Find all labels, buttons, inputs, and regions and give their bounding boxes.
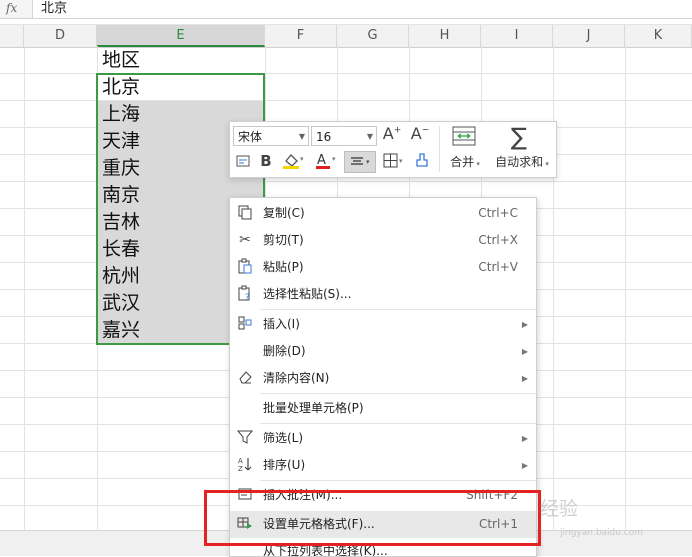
toolbar-separator [439,126,440,172]
formula-input[interactable]: 北京 [32,0,692,18]
svg-text:A: A [317,153,326,168]
column-header-j[interactable]: J [553,25,625,47]
mini-format-toolbar: 宋体 ▼ 16 ▼ A+ A− B ▾ A ▾ ▾ ▾ 合并 ▾ ∑ 自动求和 ▾ [229,121,557,178]
increase-font-icon[interactable]: A+ [381,124,403,143]
menu-separator [260,393,536,394]
font-size-value: 16 [316,130,332,144]
autosum-label: 自动求和 [495,155,544,169]
formula-bar: fx 北京 [0,0,692,19]
menu-item-label: 选择性粘贴(S)... [263,287,352,301]
menu-item-label: 筛选(L) [263,431,304,445]
watermark-url: jingyan.baidu.com [560,528,644,538]
column-header-k[interactable]: K [625,25,692,47]
font-name-select[interactable]: 宋体 ▼ [233,126,309,146]
font-name-value: 宋体 [238,130,263,144]
menu-shortcut: Ctrl+C [478,206,518,220]
paste-special-icon: ? [236,285,254,303]
menu-item-label: 剪切(T) [263,233,304,247]
menu-item-label: 清除内容(N) [263,371,330,385]
submenu-arrow-icon: ▶ [521,461,528,470]
font-color-icon[interactable]: A ▾ [312,152,338,174]
column-divider [24,46,25,530]
menu-item-batch-process[interactable]: 批量处理单元格(P) [230,395,536,422]
select-all-corner[interactable] [0,25,24,47]
menu-item-label: 排序(U) [263,458,306,472]
column-header-e[interactable]: E [97,25,265,47]
menu-item-label: 复制(C) [263,206,305,220]
menu-item-label: 批量处理单元格(P) [263,401,364,415]
column-header-i[interactable]: I [481,25,553,47]
scissors-icon: ✂ [239,232,251,248]
column-header-d[interactable]: D [24,25,97,47]
borders-icon[interactable]: ▾ [381,152,407,174]
svg-text:▾: ▾ [366,158,370,166]
menu-separator [260,480,536,481]
menu-item-paste[interactable]: 粘贴(P) Ctrl+V [230,254,536,281]
menu-item-delete[interactable]: 删除(D) ▶ [230,338,536,365]
menu-item-label: 插入(I) [263,317,300,331]
menu-separator [260,309,536,310]
svg-text:Z: Z [238,465,243,472]
menu-item-label: 粘贴(P) [263,260,304,274]
menu-item-clear-contents[interactable]: 清除内容(N) ▶ [230,365,536,392]
paste-icon [236,258,254,276]
svg-text:A: A [238,457,243,465]
sort-icon: AZ [236,456,254,474]
svg-text:▾: ▾ [300,155,303,163]
align-center-icon[interactable]: ▾ [344,151,376,173]
submenu-arrow-icon: ▶ [521,374,528,383]
menu-separator [260,423,536,424]
menu-item-cut[interactable]: ✂ 剪切(T) Ctrl+X [230,227,536,254]
submenu-arrow-icon: ▶ [521,347,528,356]
merge-label: 合并 [450,155,475,169]
eraser-icon [236,369,254,387]
menu-shortcut: Ctrl+X [478,233,518,247]
filter-icon [236,429,254,447]
svg-text:?: ? [245,293,250,301]
column-divider [625,46,626,530]
cell-e1[interactable]: 地区 [97,47,265,74]
menu-shortcut: Ctrl+V [478,260,518,274]
format-painter-icon[interactable] [411,152,433,174]
menu-item-filter[interactable]: 筛选(L) ▶ [230,425,536,452]
menu-item-copy[interactable]: 复制(C) Ctrl+C [230,200,536,227]
font-size-select[interactable]: 16 ▼ [311,126,377,146]
submenu-arrow-icon: ▶ [521,434,528,443]
column-header-f[interactable]: F [265,25,337,47]
decrease-font-icon[interactable]: A− [409,124,431,143]
menu-item-label: 删除(D) [263,344,306,358]
column-header-bar: D E F G H I J K [0,24,692,48]
wrap-format-icon[interactable] [233,153,253,173]
fx-icon[interactable]: fx [6,0,28,18]
menu-item-paste-special[interactable]: ? 选择性粘贴(S)... [230,281,536,308]
column-divider [553,46,554,530]
watermark-logo: 经验 [540,498,579,520]
merge-button[interactable]: 合并 ▾ [442,152,488,174]
column-header-g[interactable]: G [337,25,409,47]
copy-icon [236,204,254,222]
chevron-down-icon: ▼ [366,132,373,141]
svg-text:▾: ▾ [399,157,403,165]
highlight-annotation [204,490,541,546]
column-header-h[interactable]: H [409,25,481,47]
menu-item-sort[interactable]: AZ 排序(U) ▶ [230,452,536,479]
svg-text:▾: ▾ [332,155,336,163]
fill-color-icon[interactable]: ▾ [279,152,305,174]
insert-icon [236,315,254,333]
submenu-arrow-icon: ▶ [521,320,528,329]
bold-icon[interactable]: B [257,152,275,170]
menu-item-insert[interactable]: 插入(I) ▶ [230,311,536,338]
autosum-button[interactable]: 自动求和 ▾ [490,152,554,174]
chevron-down-icon: ▼ [298,132,305,141]
merge-cells-icon[interactable] [448,125,480,151]
sum-icon[interactable]: ∑ [506,123,532,151]
